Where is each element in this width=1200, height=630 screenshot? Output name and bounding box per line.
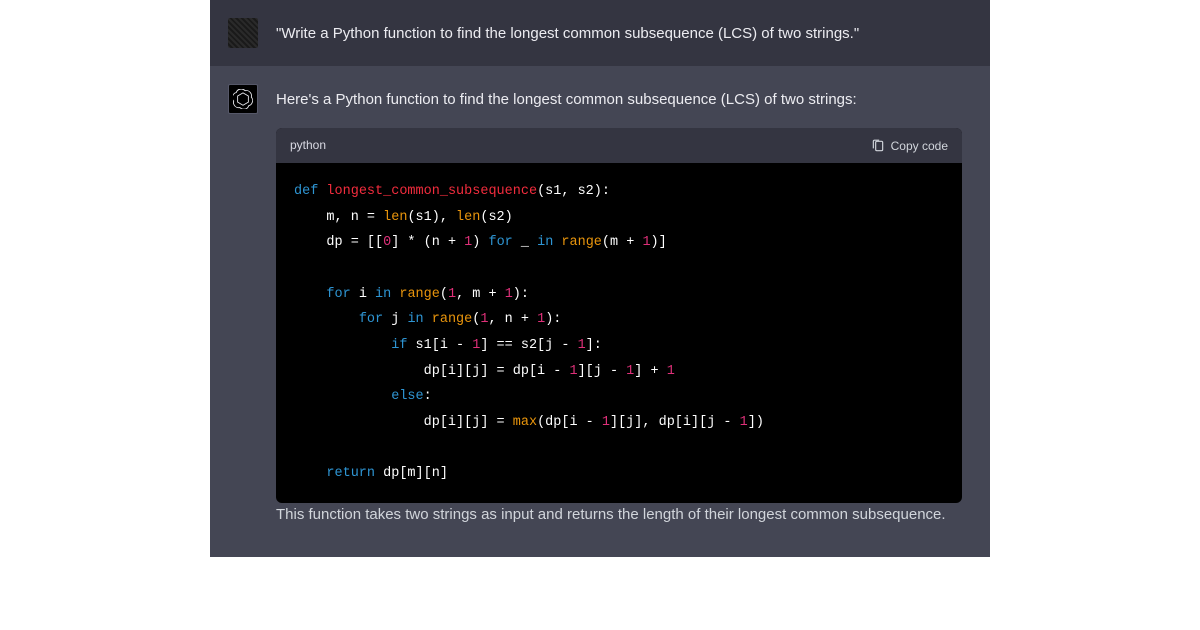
copy-code-label: Copy code [891, 139, 948, 153]
chat-container: "Write a Python function to find the lon… [210, 0, 990, 557]
code-block: python Copy code def longest_common_subs… [276, 128, 962, 503]
assistant-avatar [228, 84, 258, 114]
assistant-intro-text: Here's a Python function to find the lon… [276, 84, 962, 112]
code-content[interactable]: def longest_common_subsequence(s1, s2): … [276, 163, 962, 503]
assistant-follow-text: This function takes two strings as input… [276, 503, 962, 527]
copy-code-button[interactable]: Copy code [871, 139, 948, 153]
code-block-header: python Copy code [276, 128, 962, 163]
user-message: "Write a Python function to find the lon… [210, 0, 990, 66]
assistant-message-content: Here's a Python function to find the lon… [276, 84, 962, 527]
assistant-message: Here's a Python function to find the lon… [210, 66, 990, 557]
code-language-label: python [290, 136, 326, 155]
clipboard-icon [871, 139, 885, 153]
user-message-content: "Write a Python function to find the lon… [276, 18, 962, 48]
openai-logo-icon [233, 89, 253, 109]
user-message-text: "Write a Python function to find the lon… [276, 22, 962, 46]
user-avatar [228, 18, 258, 48]
